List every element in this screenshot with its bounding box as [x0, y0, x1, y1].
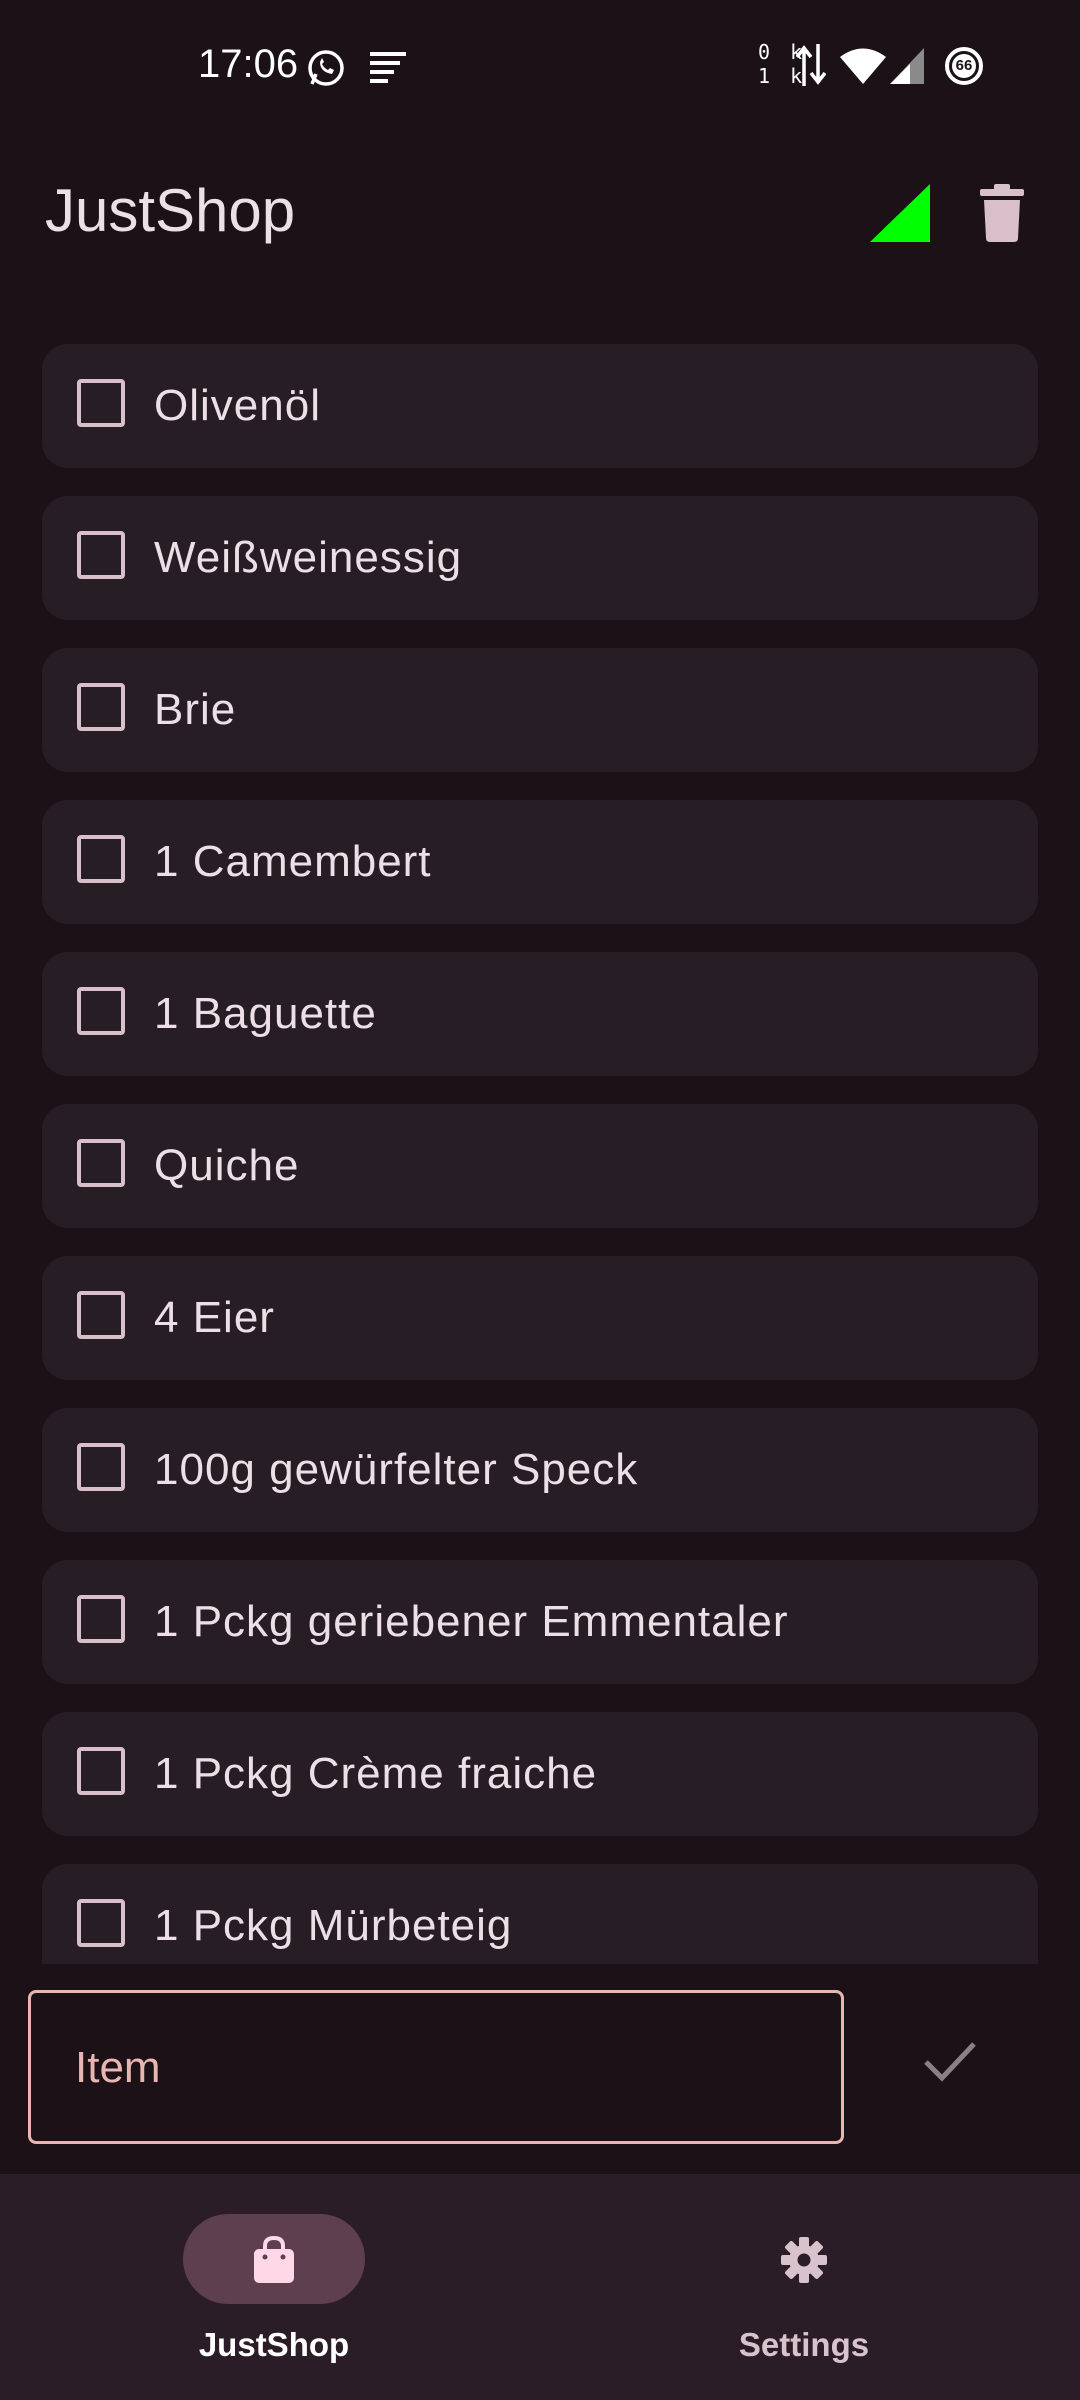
battery-level: 66	[955, 57, 973, 74]
list-item[interactable]: 4 Eier	[42, 1256, 1038, 1380]
shopping-bag-icon	[254, 2236, 294, 2283]
list-item[interactable]: 1 Camembert	[42, 800, 1038, 924]
list-item[interactable]: 1 Pckg Mürbeteig	[42, 1864, 1038, 1964]
status-time: 17:06	[198, 42, 299, 86]
item-label: Weißweinessig	[154, 533, 463, 582]
gear-icon	[781, 2237, 827, 2283]
item-label: 1 Camembert	[154, 837, 432, 886]
whatsapp-icon	[308, 50, 344, 86]
item-label: 1 Pckg geriebener Emmentaler	[154, 1597, 789, 1646]
status-bar: 17:06 0 k 1 k 66	[0, 0, 1080, 130]
nav-label-settings: Settings	[738, 2326, 870, 2363]
item-checkbox[interactable]	[77, 1899, 125, 1947]
list-item[interactable]: Quiche	[42, 1104, 1038, 1228]
list-item[interactable]: 1 Pckg geriebener Emmentaler	[42, 1560, 1038, 1684]
item-input[interactable]: Item	[28, 1990, 844, 2144]
wifi-icon	[840, 48, 886, 84]
bottom-navigation: JustShop Settings	[0, 2174, 1080, 2400]
data-arrows-icon	[796, 44, 826, 86]
item-checkbox[interactable]	[77, 1291, 125, 1339]
item-checkbox[interactable]	[77, 1747, 125, 1795]
item-checkbox[interactable]	[77, 1443, 125, 1491]
list-item[interactable]: Brie	[42, 648, 1038, 772]
item-label: 1 Pckg Crème fraiche	[154, 1749, 598, 1798]
item-label: Olivenöl	[154, 381, 321, 430]
item-checkbox[interactable]	[77, 683, 125, 731]
item-label: Brie	[154, 685, 237, 734]
item-checkbox[interactable]	[77, 379, 125, 427]
item-checkbox[interactable]	[77, 1139, 125, 1187]
item-input-placeholder: Item	[75, 2043, 161, 2092]
check-submit-icon[interactable]	[920, 2030, 980, 2090]
list-item[interactable]: Weißweinessig	[42, 496, 1038, 620]
nav-item-settings[interactable]: Settings	[654, 2214, 954, 2374]
item-label: Quiche	[154, 1141, 300, 1190]
shopping-list: Olivenöl Weißweinessig Brie 1 Camembert 1 Ba…	[42, 344, 1038, 1964]
trash-icon[interactable]	[978, 184, 1026, 242]
list-item[interactable]: 1 Baguette	[42, 952, 1038, 1076]
item-checkbox[interactable]	[77, 835, 125, 883]
item-label: 4 Eier	[154, 1293, 275, 1342]
list-item[interactable]: Olivenöl	[42, 344, 1038, 468]
app-title: JustShop	[45, 177, 296, 244]
notification-lines-icon	[370, 52, 406, 83]
item-checkbox[interactable]	[77, 1595, 125, 1643]
list-item[interactable]: 100g gewürfelter Speck	[42, 1408, 1038, 1532]
item-label: 1 Pckg Mürbeteig	[154, 1901, 513, 1950]
nav-label-justshop: JustShop	[198, 2326, 350, 2363]
item-checkbox[interactable]	[77, 531, 125, 579]
nav-item-justshop[interactable]: JustShop	[124, 2214, 424, 2374]
item-checkbox[interactable]	[77, 987, 125, 1035]
cell-signal-icon	[890, 48, 924, 84]
signal-triangle-icon[interactable]	[870, 184, 930, 244]
list-item[interactable]: 1 Pckg Crème fraiche	[42, 1712, 1038, 1836]
item-label: 100g gewürfelter Speck	[154, 1445, 639, 1494]
item-label: 1 Baguette	[154, 989, 377, 1038]
